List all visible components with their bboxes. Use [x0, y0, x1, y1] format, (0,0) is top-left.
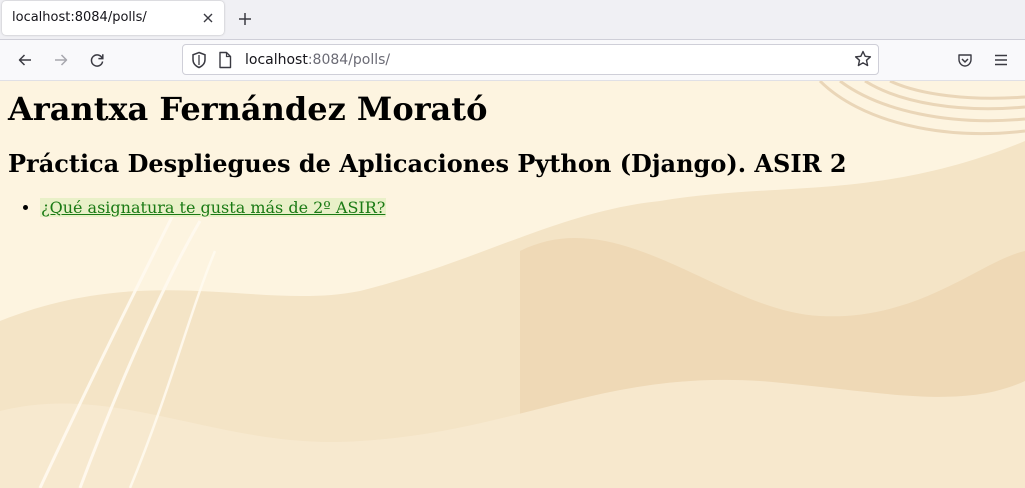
pocket-icon[interactable] [952, 48, 978, 72]
polls-page: Arantxa Fernández Morató Práctica Despli… [0, 91, 1025, 218]
shield-icon[interactable] [191, 51, 207, 73]
list-item: ¿Qué asignatura te gusta más de 2º ASIR? [40, 198, 1017, 218]
url-text[interactable]: localhost:8084/polls/ [245, 52, 390, 68]
reload-icon[interactable] [84, 48, 110, 72]
browser-tab[interactable]: localhost:8084/polls/ [2, 1, 224, 35]
page-subtitle: Práctica Despliegues de Aplicaciones Pyt… [8, 149, 847, 178]
back-arrow-icon[interactable] [12, 48, 38, 72]
url-host: localhost [245, 52, 308, 68]
hamburger-menu-icon[interactable] [988, 48, 1014, 72]
plus-icon[interactable] [234, 8, 256, 30]
page-icon[interactable] [218, 51, 232, 73]
poll-list: ¿Qué asignatura te gusta más de 2º ASIR? [8, 198, 1017, 218]
tab-title: localhost:8084/polls/ [12, 10, 147, 25]
navigation-toolbar: localhost:8084/polls/ [0, 40, 1025, 81]
url-path: :8084/polls/ [307, 52, 391, 68]
close-icon[interactable] [198, 8, 218, 28]
address-bar[interactable]: localhost:8084/polls/ [182, 44, 879, 75]
page-content: Arantxa Fernández Morató Práctica Despli… [0, 81, 1025, 488]
tab-strip: localhost:8084/polls/ [0, 0, 1025, 40]
star-icon[interactable] [854, 50, 872, 72]
forward-arrow-icon[interactable] [48, 48, 74, 72]
author-heading: Arantxa Fernández Morató [8, 90, 488, 128]
poll-question-link[interactable]: ¿Qué asignatura te gusta más de 2º ASIR? [40, 198, 387, 217]
